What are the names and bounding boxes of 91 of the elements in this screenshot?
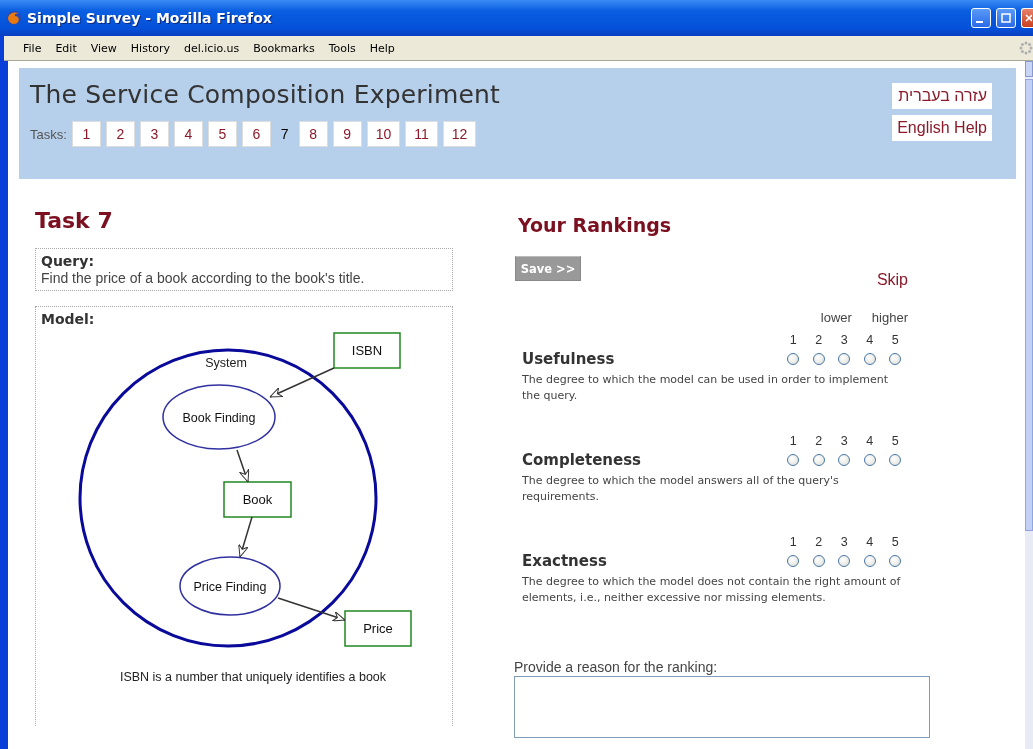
query-text: Find the price of a book according to the book's title. xyxy=(41,270,366,286)
criterion-description: The degree to which the model does not contain the right amount of elements, i.e., neither excessive nor missing elements. xyxy=(522,574,902,606)
reason-label: Provide a reason for the ranking: xyxy=(514,659,719,675)
radio-button[interactable] xyxy=(812,454,825,466)
close-icon xyxy=(1023,13,1032,23)
criterion-name: Completeness xyxy=(522,451,642,469)
scale-number: 2 xyxy=(814,333,824,347)
radio-button[interactable] xyxy=(889,555,902,567)
menu-item[interactable]: Edit xyxy=(48,41,84,55)
query-label: Query: xyxy=(41,253,95,269)
rankings-title: Your Rankings xyxy=(517,214,673,236)
task-link[interactable]: 10 xyxy=(366,121,401,147)
task-link[interactable]: 9 xyxy=(332,121,362,147)
data-node: Price xyxy=(344,610,412,647)
model-label: Model: xyxy=(41,311,96,327)
firefox-logo-icon xyxy=(6,10,22,26)
task-link[interactable]: 5 xyxy=(207,121,237,147)
radio-button[interactable] xyxy=(863,353,876,365)
scale-number: 3 xyxy=(839,333,849,347)
menu-item[interactable]: del.icio.us xyxy=(177,41,247,55)
task-link[interactable]: 1 xyxy=(71,121,101,147)
radio-button[interactable] xyxy=(889,454,902,466)
window-title: Simple Survey - Mozilla Firefox xyxy=(27,10,273,26)
maximize-icon xyxy=(1001,13,1011,23)
scale-number: 1 xyxy=(788,333,798,347)
task-link[interactable]: 11 xyxy=(405,121,438,147)
tasks-label: Tasks: xyxy=(30,126,67,142)
radio-button[interactable] xyxy=(787,555,800,567)
radio-button[interactable] xyxy=(863,555,876,567)
flow-arrow xyxy=(236,449,250,483)
task-title: Task 7 xyxy=(35,208,114,233)
help-link[interactable]: עזרה בעברית xyxy=(892,83,992,109)
radio-button[interactable] xyxy=(838,454,851,466)
current-task[interactable]: 7 xyxy=(275,121,294,147)
process-node: Book Finding xyxy=(162,384,276,450)
scale-high-label: higher xyxy=(871,310,908,325)
radio-button[interactable] xyxy=(812,555,825,567)
radio-button[interactable] xyxy=(787,353,800,365)
scale-number: 5 xyxy=(890,434,900,448)
criterion-description: The degree to which the model can be used in order to implement the query. xyxy=(522,372,890,404)
scale-number: 2 xyxy=(814,535,824,549)
maximize-button[interactable] xyxy=(996,8,1016,28)
scale-number: 5 xyxy=(890,333,900,347)
flow-arrow xyxy=(277,597,346,622)
data-node: ISBN xyxy=(333,332,401,369)
process-node: Price Finding xyxy=(179,556,281,616)
reason-field[interactable] xyxy=(514,676,930,738)
menu-item[interactable]: Help xyxy=(362,41,402,55)
radio-button[interactable] xyxy=(863,454,876,466)
flow-arrow xyxy=(269,367,335,398)
menu-item[interactable]: Bookmarks xyxy=(246,41,322,55)
minimize-button[interactable] xyxy=(971,8,991,28)
menu-item[interactable]: View xyxy=(83,41,124,55)
task-link[interactable]: 2 xyxy=(105,121,135,147)
scale-number: 1 xyxy=(788,434,798,448)
scale-number: 3 xyxy=(839,535,849,549)
task-link[interactable]: 8 xyxy=(298,121,328,147)
data-node: Book xyxy=(223,481,292,518)
task-link[interactable]: 3 xyxy=(139,121,169,147)
scale-number: 4 xyxy=(865,434,875,448)
scrollbar[interactable] xyxy=(1025,61,1033,749)
task-link[interactable]: 6 xyxy=(241,121,271,147)
scale-number: 3 xyxy=(839,434,849,448)
minimize-icon xyxy=(976,21,983,23)
menu-item[interactable]: History xyxy=(123,41,177,55)
criterion-description: The degree to which the model answers all of the query's requirements. xyxy=(522,473,840,505)
task-link[interactable]: 4 xyxy=(173,121,203,147)
radio-button[interactable] xyxy=(838,353,851,365)
radio-button[interactable] xyxy=(787,454,800,466)
radio-button[interactable] xyxy=(812,353,825,365)
radio-button[interactable] xyxy=(838,555,851,567)
page-title: The Service Composition Experiment xyxy=(30,80,501,109)
diagram-caption: ISBN is a number that uniquely identifies a book xyxy=(119,670,387,684)
scale-number: 1 xyxy=(788,535,798,549)
close-button[interactable] xyxy=(1021,8,1033,28)
skip-link[interactable]: Skip xyxy=(876,271,908,289)
help-link[interactable]: English Help xyxy=(892,115,992,141)
menu-item[interactable]: Tools xyxy=(321,41,363,55)
criterion-name: Usefulness xyxy=(522,350,615,368)
menu-item[interactable]: File xyxy=(16,41,49,55)
scale-low-label: lower xyxy=(820,310,852,325)
flow-arrow xyxy=(238,516,253,558)
scale-number: 4 xyxy=(865,535,875,549)
scale-number: 5 xyxy=(890,535,900,549)
system-label: System xyxy=(205,356,247,370)
throbber-icon xyxy=(1019,41,1033,55)
criterion-name: Exactness xyxy=(522,552,607,570)
scale-number: 4 xyxy=(865,333,875,347)
radio-button[interactable] xyxy=(889,353,902,365)
scale-number: 2 xyxy=(814,434,824,448)
task-link[interactable]: 12 xyxy=(442,121,477,147)
